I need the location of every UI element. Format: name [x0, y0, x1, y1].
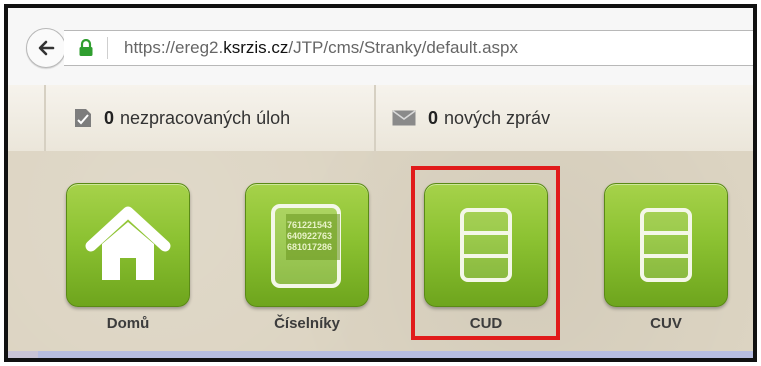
register-icon — [640, 208, 692, 282]
envelope-icon — [392, 110, 416, 126]
tile-home[interactable]: Domů — [66, 183, 190, 332]
messages-count: 0 — [428, 107, 439, 128]
url-path: /JTP/cms/Stranky/default.aspx — [288, 38, 518, 57]
address-bar[interactable]: https://ereg2.ksrzis.cz/JTP/cms/Stranky/… — [64, 30, 753, 66]
task-document-icon — [74, 108, 92, 128]
tile-ciselniky[interactable]: 761221543 640922763 681017286 Číselníky — [245, 183, 369, 332]
browser-toolbar: https://ereg2.ksrzis.cz/JTP/cms/Stranky/… — [8, 8, 753, 85]
tasks-label: nezpracovaných úloh — [120, 107, 291, 128]
home-icon — [85, 206, 171, 280]
url-separator — [107, 37, 108, 59]
status-bar: 0 nezpracovaných úloh 0 nových zpráv — [8, 85, 753, 152]
codebook-icon: 761221543 640922763 681017286 — [271, 204, 341, 288]
tile-area: Domů 761221543 640922763 681017286 Čísel… — [8, 151, 753, 351]
tile-home-box[interactable] — [66, 183, 190, 307]
tile-cuv-label: CUV — [650, 315, 682, 332]
url-domain: ksrzis.cz — [223, 38, 289, 57]
back-button[interactable] — [26, 28, 66, 68]
url-prefix: https://ereg2. — [124, 38, 224, 57]
codebook-number-3: 681017286 — [287, 242, 332, 252]
content-strip — [8, 351, 753, 358]
url-text: https://ereg2.ksrzis.cz/JTP/cms/Stranky/… — [124, 38, 518, 58]
tile-ciselniky-box[interactable]: 761221543 640922763 681017286 — [245, 183, 369, 307]
tile-cuv[interactable]: CUV — [604, 183, 728, 332]
cud-highlight-box — [411, 166, 560, 340]
messages-label: nových zpráv — [444, 107, 551, 128]
tile-ciselniky-label: Číselníky — [274, 315, 340, 332]
tasks-count: 0 — [104, 107, 115, 128]
messages-status[interactable]: 0 nových zpráv — [392, 85, 550, 151]
tasks-status[interactable]: 0 nezpracovaných úloh — [44, 85, 376, 151]
tile-home-label: Domů — [106, 315, 150, 332]
browser-window: https://ereg2.ksrzis.cz/JTP/cms/Stranky/… — [4, 4, 757, 362]
codebook-number-1: 761221543 — [287, 220, 332, 230]
back-arrow-icon — [38, 40, 55, 56]
content-strip-cell — [8, 351, 38, 358]
lock-icon — [79, 39, 93, 56]
tile-cuv-box[interactable] — [604, 183, 728, 307]
codebook-number-2: 640922763 — [287, 231, 332, 241]
